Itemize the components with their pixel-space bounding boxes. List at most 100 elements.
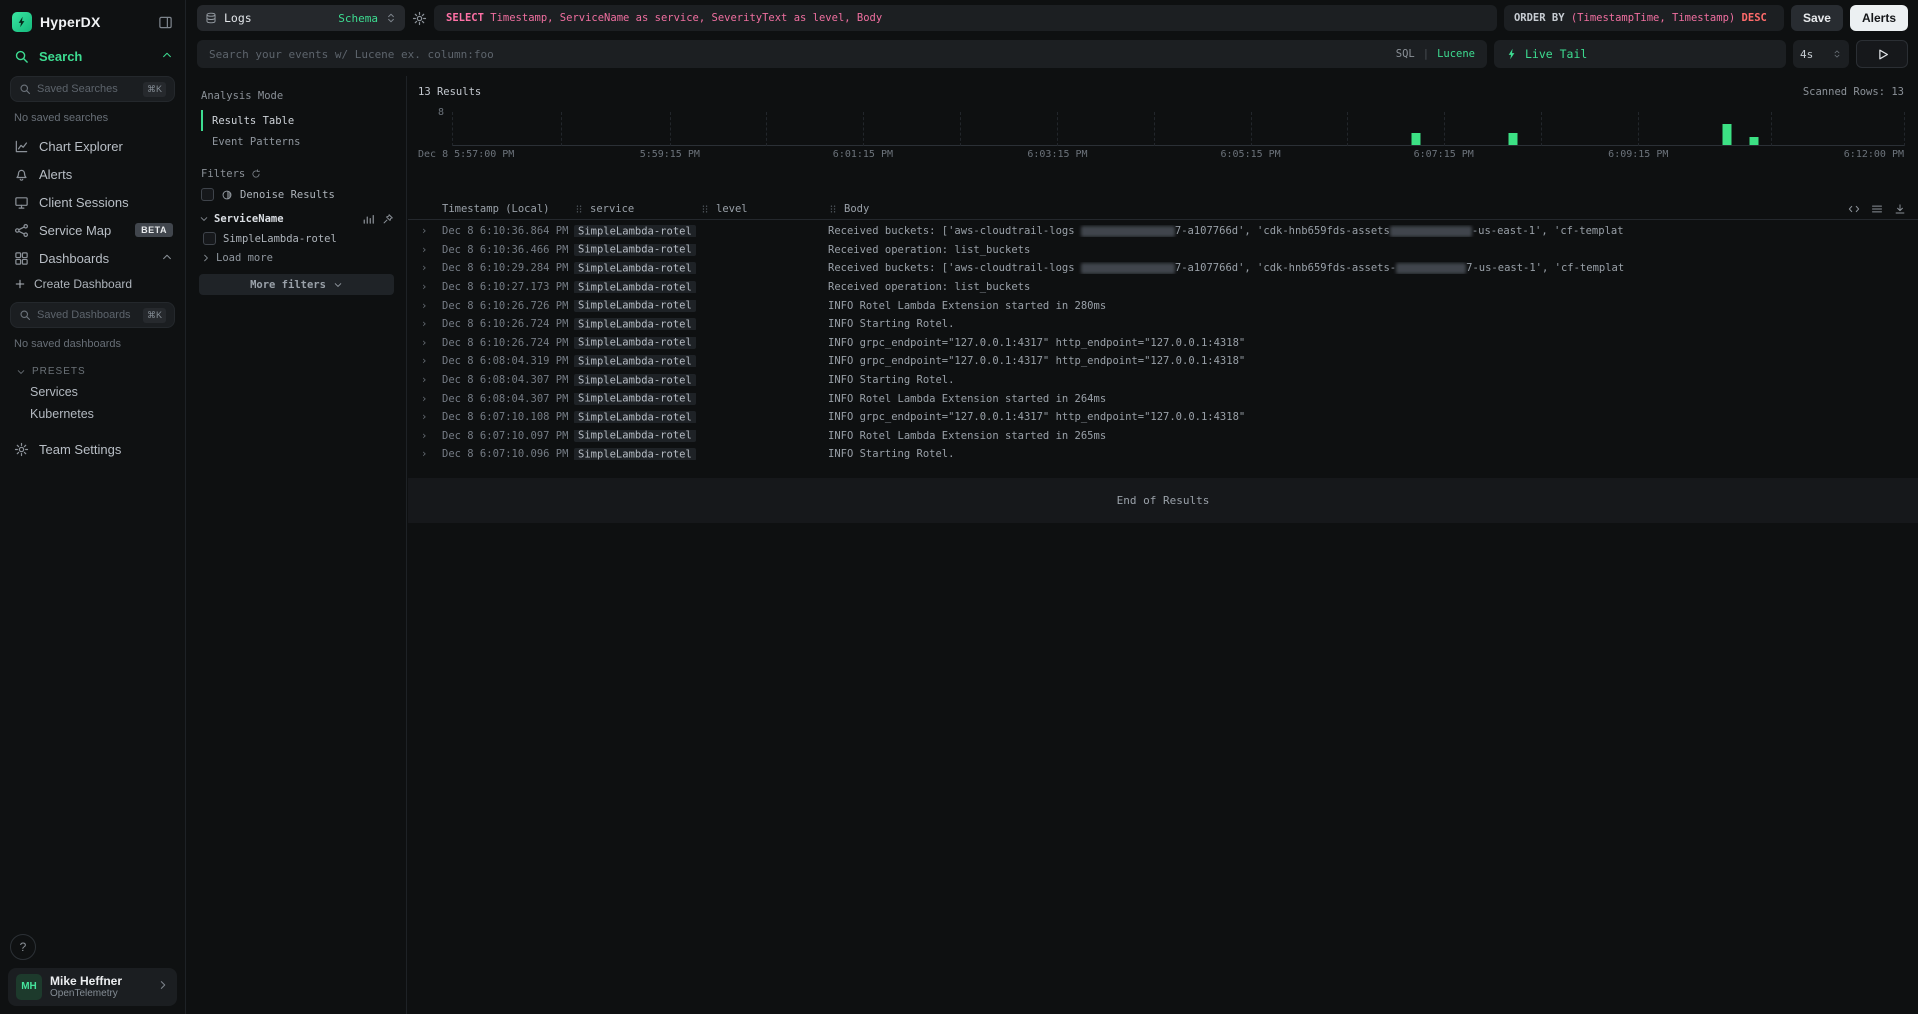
app-logo: HyperDX <box>0 0 185 42</box>
table-row[interactable]: ›Dec 8 6:10:27.173 PMSimpleLambda-rotelR… <box>418 278 1906 297</box>
download-icon[interactable] <box>1894 203 1906 215</box>
save-button[interactable]: Save <box>1791 5 1843 31</box>
language-toggle-lucene[interactable]: Lucene <box>1437 48 1475 60</box>
user-menu[interactable]: MH Mike Heffner OpenTelemetry <box>8 968 177 1006</box>
row-density-icon[interactable] <box>1871 203 1883 215</box>
chevron-right-icon <box>157 979 169 994</box>
sql-select-input[interactable]: SELECT Timestamp, ServiceName as service… <box>434 5 1497 31</box>
pin-icon[interactable] <box>382 213 394 225</box>
table-row[interactable]: ›Dec 8 6:10:36.466 PMSimpleLambda-rotelR… <box>418 241 1906 260</box>
facet-servicename[interactable]: ServiceName <box>199 213 394 225</box>
row-expand-chevron-icon[interactable]: › <box>418 448 442 460</box>
row-expand-chevron-icon[interactable]: › <box>418 244 442 256</box>
column-header-body[interactable]: Body <box>828 203 1848 215</box>
query-settings-gear-icon[interactable] <box>412 11 427 26</box>
drag-handle-icon[interactable] <box>700 204 710 214</box>
row-expand-chevron-icon[interactable]: › <box>418 355 442 367</box>
table-row[interactable]: ›Dec 8 6:07:10.108 PMSimpleLambda-rotelI… <box>418 408 1906 427</box>
row-expand-chevron-icon[interactable]: › <box>418 393 442 405</box>
row-expand-chevron-icon[interactable]: › <box>418 300 442 312</box>
row-body: INFO Rotel Lambda Extension started in 2… <box>828 430 1906 442</box>
saved-searches-input[interactable] <box>37 83 137 95</box>
sidebar-item-client-sessions[interactable]: Client Sessions <box>0 188 185 216</box>
denoise-results-checkbox-row[interactable]: Denoise Results <box>201 188 394 201</box>
table-row[interactable]: ›Dec 8 6:10:26.726 PMSimpleLambda-rotelI… <box>418 296 1906 315</box>
drag-handle-icon[interactable] <box>574 204 584 214</box>
sidebar-item-dashboards[interactable]: Dashboards <box>0 244 185 272</box>
chevron-right-icon <box>201 253 211 263</box>
schema-link[interactable]: Schema <box>338 12 378 25</box>
view-source-code-icon[interactable] <box>1848 203 1860 215</box>
help-button[interactable]: ? <box>10 934 36 960</box>
analysis-mode-event-patterns[interactable]: Event Patterns <box>201 131 394 152</box>
gridline <box>1904 112 1905 146</box>
chevron-up-icon[interactable] <box>161 251 173 266</box>
run-query-button[interactable] <box>1856 40 1908 68</box>
sidebar-item-service-map[interactable]: Service Map BETA <box>0 216 185 244</box>
row-expand-chevron-icon[interactable]: › <box>418 337 442 349</box>
drag-handle-icon[interactable] <box>828 204 838 214</box>
table-row[interactable]: ›Dec 8 6:08:04.307 PMSimpleLambda-rotelI… <box>418 371 1906 390</box>
column-header-service[interactable]: service <box>574 203 700 215</box>
facet-value-row[interactable]: SimpleLambda-rotel <box>203 232 394 245</box>
table-row[interactable]: ›Dec 8 6:10:26.724 PMSimpleLambda-rotelI… <box>418 315 1906 334</box>
x-axis-tick-label: 6:03:15 PM <box>1027 149 1087 160</box>
source-select[interactable]: Logs Schema <box>197 5 405 31</box>
row-body: INFO Starting Rotel. <box>828 318 1906 330</box>
row-expand-chevron-icon[interactable]: › <box>418 281 442 293</box>
table-row[interactable]: ›Dec 8 6:08:04.307 PMSimpleLambda-rotelI… <box>418 389 1906 408</box>
row-expand-chevron-icon[interactable]: › <box>418 374 442 386</box>
facet-chart-icon[interactable] <box>362 213 374 225</box>
event-search-bar[interactable]: SQL | Lucene <box>197 40 1487 68</box>
table-row[interactable]: ›Dec 8 6:10:26.724 PMSimpleLambda-rotelI… <box>418 334 1906 353</box>
column-header-level[interactable]: level <box>700 203 828 215</box>
saved-dashboards-input[interactable] <box>37 309 137 321</box>
row-expand-chevron-icon[interactable]: › <box>418 430 442 442</box>
histogram-bar[interactable] <box>1412 133 1421 145</box>
live-tail-button[interactable]: Live Tail <box>1494 40 1786 68</box>
row-body: INFO grpc_endpoint="127.0.0.1:4317" http… <box>828 337 1906 349</box>
event-search-input[interactable] <box>209 48 1388 61</box>
table-row[interactable]: ›Dec 8 6:07:10.096 PMSimpleLambda-rotelI… <box>418 445 1906 464</box>
table-row[interactable]: ›Dec 8 6:10:36.864 PMSimpleLambda-rotelR… <box>418 222 1906 241</box>
x-axis-tick-label: 6:09:15 PM <box>1608 149 1668 160</box>
load-more-button[interactable]: Load more <box>201 252 394 264</box>
language-toggle-sql[interactable]: SQL <box>1396 48 1415 60</box>
refresh-interval-select[interactable]: 4s <box>1793 40 1849 68</box>
alerts-button[interactable]: Alerts <box>1850 5 1908 31</box>
sidebar-item-team-settings[interactable]: Team Settings <box>0 435 185 463</box>
histogram-bar[interactable] <box>1722 124 1731 145</box>
create-dashboard-button[interactable]: Create Dashboard <box>0 272 185 296</box>
sidebar-item-alerts[interactable]: Alerts <box>0 160 185 188</box>
refresh-icon[interactable] <box>251 169 261 179</box>
sidebar-collapse-icon[interactable] <box>158 15 173 30</box>
search-icon <box>19 83 31 95</box>
checkbox[interactable] <box>203 232 216 245</box>
analysis-mode-results-table[interactable]: Results Table <box>201 110 394 131</box>
column-header-timestamp[interactable]: Timestamp (Local) <box>442 203 574 215</box>
app-title: HyperDX <box>40 14 101 30</box>
chevron-up-icon[interactable] <box>161 49 173 64</box>
saved-searches-search[interactable]: ⌘K <box>10 76 175 102</box>
saved-dashboards-search[interactable]: ⌘K <box>10 302 175 328</box>
preset-item-services[interactable]: Services <box>0 381 185 403</box>
table-row[interactable]: ›Dec 8 6:10:29.284 PMSimpleLambda-rotelR… <box>418 259 1906 278</box>
service-chip: SimpleLambda-rotel <box>574 281 696 293</box>
table-row[interactable]: ›Dec 8 6:07:10.097 PMSimpleLambda-rotelI… <box>418 427 1906 446</box>
row-expand-chevron-icon[interactable]: › <box>418 262 442 274</box>
presets-heading[interactable]: PRESETS <box>0 358 185 381</box>
sidebar-item-search[interactable]: Search <box>0 42 185 70</box>
row-expand-chevron-icon[interactable]: › <box>418 318 442 330</box>
checkbox[interactable] <box>201 188 214 201</box>
histogram-bar[interactable] <box>1509 133 1518 145</box>
order-by-input[interactable]: ORDER BY (TimestampTime, Timestamp) DESC <box>1504 5 1784 31</box>
row-expand-chevron-icon[interactable]: › <box>418 411 442 423</box>
row-expand-chevron-icon[interactable]: › <box>418 225 442 237</box>
sidebar-item-chart-explorer[interactable]: Chart Explorer <box>0 132 185 160</box>
table-row[interactable]: ›Dec 8 6:08:04.319 PMSimpleLambda-rotelI… <box>418 352 1906 371</box>
more-filters-button[interactable]: More filters <box>199 274 394 295</box>
denoise-icon <box>221 189 233 201</box>
preset-item-kubernetes[interactable]: Kubernetes <box>0 403 185 425</box>
histogram-bar[interactable] <box>1750 137 1759 145</box>
results-count: 13 Results <box>418 86 481 98</box>
